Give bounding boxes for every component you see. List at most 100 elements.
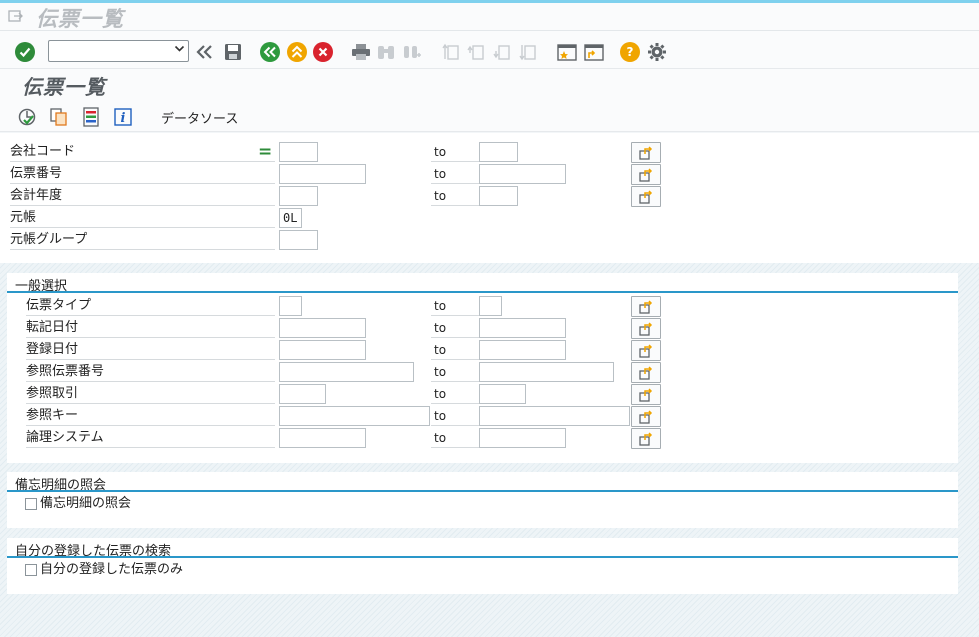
checkbox-box[interactable] [25, 498, 37, 510]
company-code-from-input[interactable] [279, 142, 318, 162]
system-toolbar: ? [0, 31, 979, 69]
back-icon[interactable] [259, 41, 281, 63]
reference-document-from-input[interactable] [279, 362, 414, 382]
company-code-to-input[interactable] [479, 142, 518, 162]
multiple-selection-button[interactable] [631, 406, 661, 427]
create-session-icon[interactable] [556, 41, 578, 63]
next-page-icon[interactable] [491, 41, 513, 63]
logical-system-from-input[interactable] [279, 428, 366, 448]
posting-date-from-input[interactable] [279, 318, 366, 338]
print-icon[interactable] [350, 41, 372, 63]
field-label-reference-transaction: 参照取引 [26, 384, 275, 404]
document-number-to-input[interactable] [479, 164, 566, 184]
selection-screen: 会社コード = to 伝票番号 to 会計年度 to 元帳 0L 元帳グループ … [0, 133, 979, 637]
entry-date-from-input[interactable] [279, 340, 366, 360]
settings-gear-icon[interactable] [646, 41, 668, 63]
data-source-button[interactable]: データソース [161, 108, 238, 127]
exit-icon[interactable] [286, 41, 308, 63]
field-label-document-number: 伝票番号 [10, 164, 275, 184]
own-documents-group: 自分の登録した伝票の検索 自分の登録した伝票のみ [7, 538, 958, 594]
to-label: to [431, 318, 479, 338]
document-type-from-input[interactable] [279, 296, 302, 316]
back-double-chevron-icon[interactable] [194, 41, 216, 63]
field-label-entry-date: 登録日付 [26, 340, 275, 360]
application-title-bar: 伝票一覧 [0, 69, 979, 102]
last-page-icon[interactable] [517, 41, 539, 63]
save-icon[interactable] [222, 41, 244, 63]
group-divider [7, 490, 958, 492]
multiple-selection-button[interactable] [631, 296, 661, 317]
command-input[interactable] [51, 42, 169, 60]
page-title: 伝票一覧 [22, 75, 106, 99]
application-toolbar: i データソース [0, 102, 979, 132]
field-label-company-code: 会社コード [10, 142, 275, 162]
enter-check-icon[interactable] [14, 41, 36, 63]
field-label-fiscal-year: 会計年度 [10, 186, 275, 206]
command-dropdown-icon[interactable] [174, 43, 185, 57]
first-page-icon[interactable] [440, 41, 462, 63]
memo-items-group: 備忘明細の照会 備忘明細の照会 [7, 472, 958, 528]
find-icon[interactable] [375, 41, 397, 63]
to-label: to [431, 296, 479, 316]
own-documents-checkbox[interactable]: 自分の登録した伝票のみ [25, 561, 183, 579]
execute-icon[interactable] [16, 107, 38, 127]
reference-key-to-input[interactable] [479, 406, 630, 426]
to-label: to [431, 428, 479, 448]
fiscal-year-to-input[interactable] [479, 186, 518, 206]
ledger-input[interactable]: 0L [279, 208, 302, 228]
get-variant-icon[interactable] [48, 107, 70, 127]
to-label: to [431, 164, 479, 184]
reference-document-to-input[interactable] [479, 362, 614, 382]
reference-key-from-input[interactable] [279, 406, 430, 426]
checkbox-box[interactable] [25, 564, 37, 576]
info-icon[interactable]: i [112, 107, 134, 127]
document-number-from-input[interactable] [279, 164, 366, 184]
command-field[interactable] [48, 40, 189, 62]
checkbox-label: 備忘明細の照会 [40, 496, 132, 511]
window-title: 伝票一覧 [36, 7, 124, 31]
equals-option-icon[interactable]: = [258, 143, 272, 161]
document-type-to-input[interactable] [479, 296, 502, 316]
window-title-bar: 伝票一覧 [0, 3, 979, 31]
entry-date-to-input[interactable] [479, 340, 566, 360]
posting-date-to-input[interactable] [479, 318, 566, 338]
multiple-selection-button[interactable] [631, 318, 661, 339]
memo-items-checkbox[interactable]: 備忘明細の照会 [25, 495, 131, 513]
to-label: to [431, 384, 479, 404]
reference-transaction-from-input[interactable] [279, 384, 326, 404]
group-divider [7, 291, 958, 293]
field-label-logical-system: 論理システム [26, 428, 275, 448]
reference-transaction-to-input[interactable] [479, 384, 526, 404]
previous-page-icon[interactable] [465, 41, 487, 63]
help-icon[interactable]: ? [619, 41, 641, 63]
to-label: to [431, 142, 479, 162]
general-selection-group: 一般選択 伝票タイプ to 転記日付 to 登録日付 to 参照伝票番号 to … [7, 273, 958, 463]
logical-system-to-input[interactable] [479, 428, 566, 448]
field-label-ledger: 元帳 [10, 208, 275, 228]
fiscal-year-from-input[interactable] [279, 186, 318, 206]
field-label-document-type: 伝票タイプ [26, 296, 275, 316]
shortcut-icon[interactable] [583, 41, 605, 63]
multiple-selection-button[interactable] [631, 340, 661, 361]
to-label: to [431, 406, 479, 426]
group-divider [7, 556, 958, 558]
multiple-selection-button[interactable] [631, 164, 661, 185]
field-label-reference-document: 参照伝票番号 [26, 362, 275, 382]
field-label-posting-date: 転記日付 [26, 318, 275, 338]
multiple-selection-button[interactable] [631, 362, 661, 383]
ledger-group-input[interactable] [279, 230, 318, 250]
field-label-ledger-group: 元帳グループ [10, 230, 275, 250]
multiple-selection-button[interactable] [631, 186, 661, 207]
svg-text:i: i [121, 111, 126, 126]
multiple-selection-button[interactable] [631, 384, 661, 405]
find-next-icon[interactable] [401, 41, 423, 63]
to-label: to [431, 186, 479, 206]
multiple-selection-button[interactable] [631, 142, 661, 163]
cancel-icon[interactable] [312, 41, 334, 63]
dynamic-selections-icon[interactable] [80, 107, 102, 127]
checkbox-label: 自分の登録した伝票のみ [40, 562, 184, 577]
system-menu-icon[interactable] [8, 9, 24, 23]
field-label-reference-key: 参照キー [26, 406, 275, 426]
selection-panel: 会社コード = to 伝票番号 to 会計年度 to 元帳 0L 元帳グループ [0, 133, 979, 263]
multiple-selection-button[interactable] [631, 428, 661, 449]
